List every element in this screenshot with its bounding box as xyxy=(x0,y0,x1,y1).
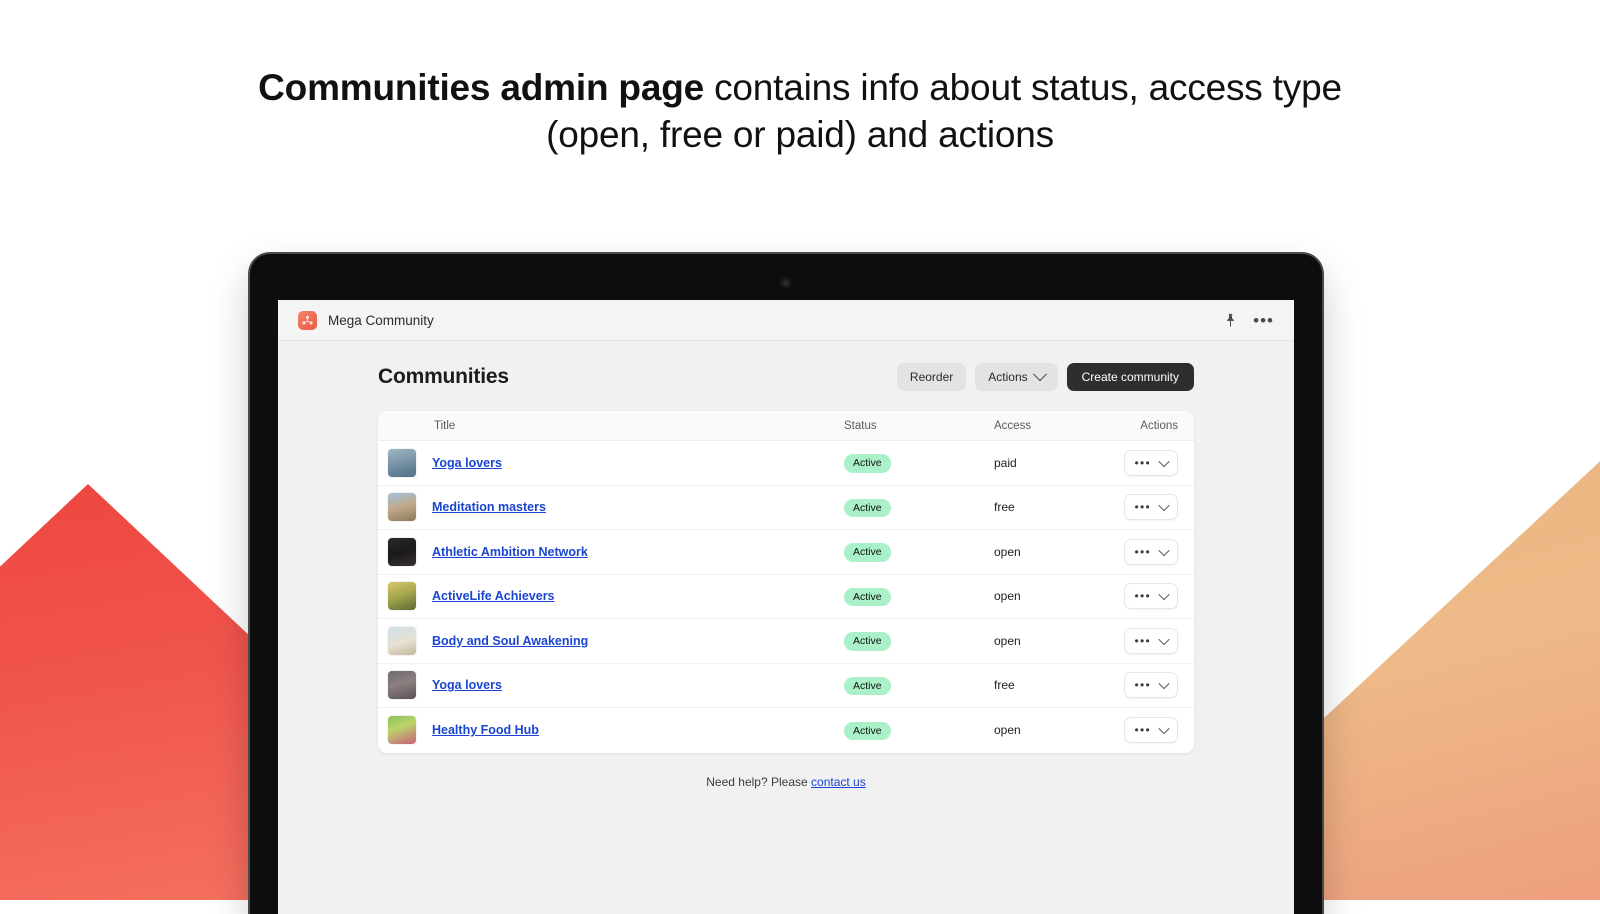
chevron-down-icon xyxy=(1158,500,1169,511)
access-type: open xyxy=(994,545,1021,559)
row-actions-button[interactable]: ••• xyxy=(1124,717,1178,743)
status-badge: Active xyxy=(844,722,891,741)
laptop-mockup: Mega Community ••• Communities Reorder A… xyxy=(250,254,1322,914)
communities-table: Title Status Access Actions Yoga lovers A… xyxy=(378,411,1194,753)
create-community-button[interactable]: Create community xyxy=(1067,363,1194,391)
footer-text: Need help? Please xyxy=(706,775,811,789)
more-horizontal-icon: ••• xyxy=(1134,724,1151,736)
community-title-link[interactable]: Athletic Ambition Network xyxy=(432,545,588,559)
community-thumbnail xyxy=(388,671,416,699)
more-horizontal-icon[interactable]: ••• xyxy=(1253,312,1274,329)
headline-bold: Communities admin page xyxy=(258,67,704,108)
status-badge: Active xyxy=(844,588,891,607)
community-title-link[interactable]: Body and Soul Awakening xyxy=(432,634,588,648)
column-header-status: Status xyxy=(844,420,994,432)
app-title: Mega Community xyxy=(328,313,434,328)
reorder-button[interactable]: Reorder xyxy=(897,363,966,391)
access-type: paid xyxy=(994,456,1017,470)
chevron-down-icon xyxy=(1158,589,1169,600)
column-header-title: Title xyxy=(388,420,844,432)
table-row: Athletic Ambition Network Active open ••• xyxy=(378,530,1194,575)
community-thumbnail xyxy=(388,493,416,521)
row-actions-button[interactable]: ••• xyxy=(1124,450,1178,476)
row-actions-button[interactable]: ••• xyxy=(1124,539,1178,565)
chevron-down-icon xyxy=(1158,545,1169,556)
page-header: Communities Reorder Actions Create commu… xyxy=(378,363,1194,391)
community-title-link[interactable]: ActiveLife Achievers xyxy=(432,589,555,603)
more-horizontal-icon: ••• xyxy=(1134,457,1151,469)
more-horizontal-icon: ••• xyxy=(1134,679,1151,691)
community-title-link[interactable]: Yoga lovers xyxy=(432,678,502,692)
chevron-down-icon xyxy=(1158,723,1169,734)
table-row: Meditation masters Active free ••• xyxy=(378,486,1194,531)
chevron-down-icon xyxy=(1158,456,1169,467)
more-horizontal-icon: ••• xyxy=(1134,590,1151,602)
contact-us-link[interactable]: contact us xyxy=(811,775,866,789)
actions-dropdown-button[interactable]: Actions xyxy=(975,363,1057,391)
row-actions-button[interactable]: ••• xyxy=(1124,628,1178,654)
page-title: Communities xyxy=(378,365,509,389)
headline: Communities admin page contains info abo… xyxy=(0,64,1600,159)
column-header-actions: Actions xyxy=(1116,420,1178,432)
laptop-screen: Mega Community ••• Communities Reorder A… xyxy=(278,300,1294,914)
status-badge: Active xyxy=(844,499,891,518)
community-title-link[interactable]: Healthy Food Hub xyxy=(432,723,539,737)
table-row: Healthy Food Hub Active open ••• xyxy=(378,708,1194,753)
status-badge: Active xyxy=(844,543,891,562)
community-thumbnail xyxy=(388,582,416,610)
table-row: Yoga lovers Active free ••• xyxy=(378,664,1194,709)
community-thumbnail xyxy=(388,538,416,566)
more-horizontal-icon: ••• xyxy=(1134,635,1151,647)
community-title-link[interactable]: Meditation masters xyxy=(432,500,546,514)
header-actions: Reorder Actions Create community xyxy=(897,363,1194,391)
pin-icon[interactable] xyxy=(1224,313,1237,327)
more-horizontal-icon: ••• xyxy=(1134,501,1151,513)
chevron-down-icon xyxy=(1158,634,1169,645)
mega-community-logo-icon xyxy=(298,311,317,330)
community-title-link[interactable]: Yoga lovers xyxy=(432,456,502,470)
access-type: open xyxy=(994,723,1021,737)
table-row: ActiveLife Achievers Active open ••• xyxy=(378,575,1194,620)
table-row: Body and Soul Awakening Active open ••• xyxy=(378,619,1194,664)
access-type: open xyxy=(994,589,1021,603)
webcam-dot xyxy=(783,280,789,286)
access-type: free xyxy=(994,500,1015,514)
red-pentagon-shape xyxy=(0,484,258,900)
status-badge: Active xyxy=(844,677,891,696)
row-actions-button[interactable]: ••• xyxy=(1124,672,1178,698)
row-actions-button[interactable]: ••• xyxy=(1124,494,1178,520)
table-body: Yoga loversActivepaid•••Meditation maste… xyxy=(378,441,1194,753)
status-badge: Active xyxy=(844,632,891,651)
app-topbar: Mega Community ••• xyxy=(278,300,1294,341)
communities-page: Communities Reorder Actions Create commu… xyxy=(278,341,1294,914)
table-row: Yoga lovers Active paid ••• xyxy=(378,441,1194,486)
peach-diagonal-shape xyxy=(1310,452,1600,900)
access-type: open xyxy=(994,634,1021,648)
community-thumbnail xyxy=(388,627,416,655)
more-horizontal-icon: ••• xyxy=(1134,546,1151,558)
community-thumbnail xyxy=(388,449,416,477)
column-header-access: Access xyxy=(994,420,1116,432)
table-header-row: Title Status Access Actions xyxy=(378,411,1194,441)
row-actions-button[interactable]: ••• xyxy=(1124,583,1178,609)
actions-dropdown-label: Actions xyxy=(988,371,1027,383)
status-badge: Active xyxy=(844,454,891,473)
footer-help: Need help? Please contact us xyxy=(378,775,1194,789)
access-type: free xyxy=(994,678,1015,692)
community-thumbnail xyxy=(388,716,416,744)
chevron-down-icon xyxy=(1033,367,1047,381)
chevron-down-icon xyxy=(1158,678,1169,689)
